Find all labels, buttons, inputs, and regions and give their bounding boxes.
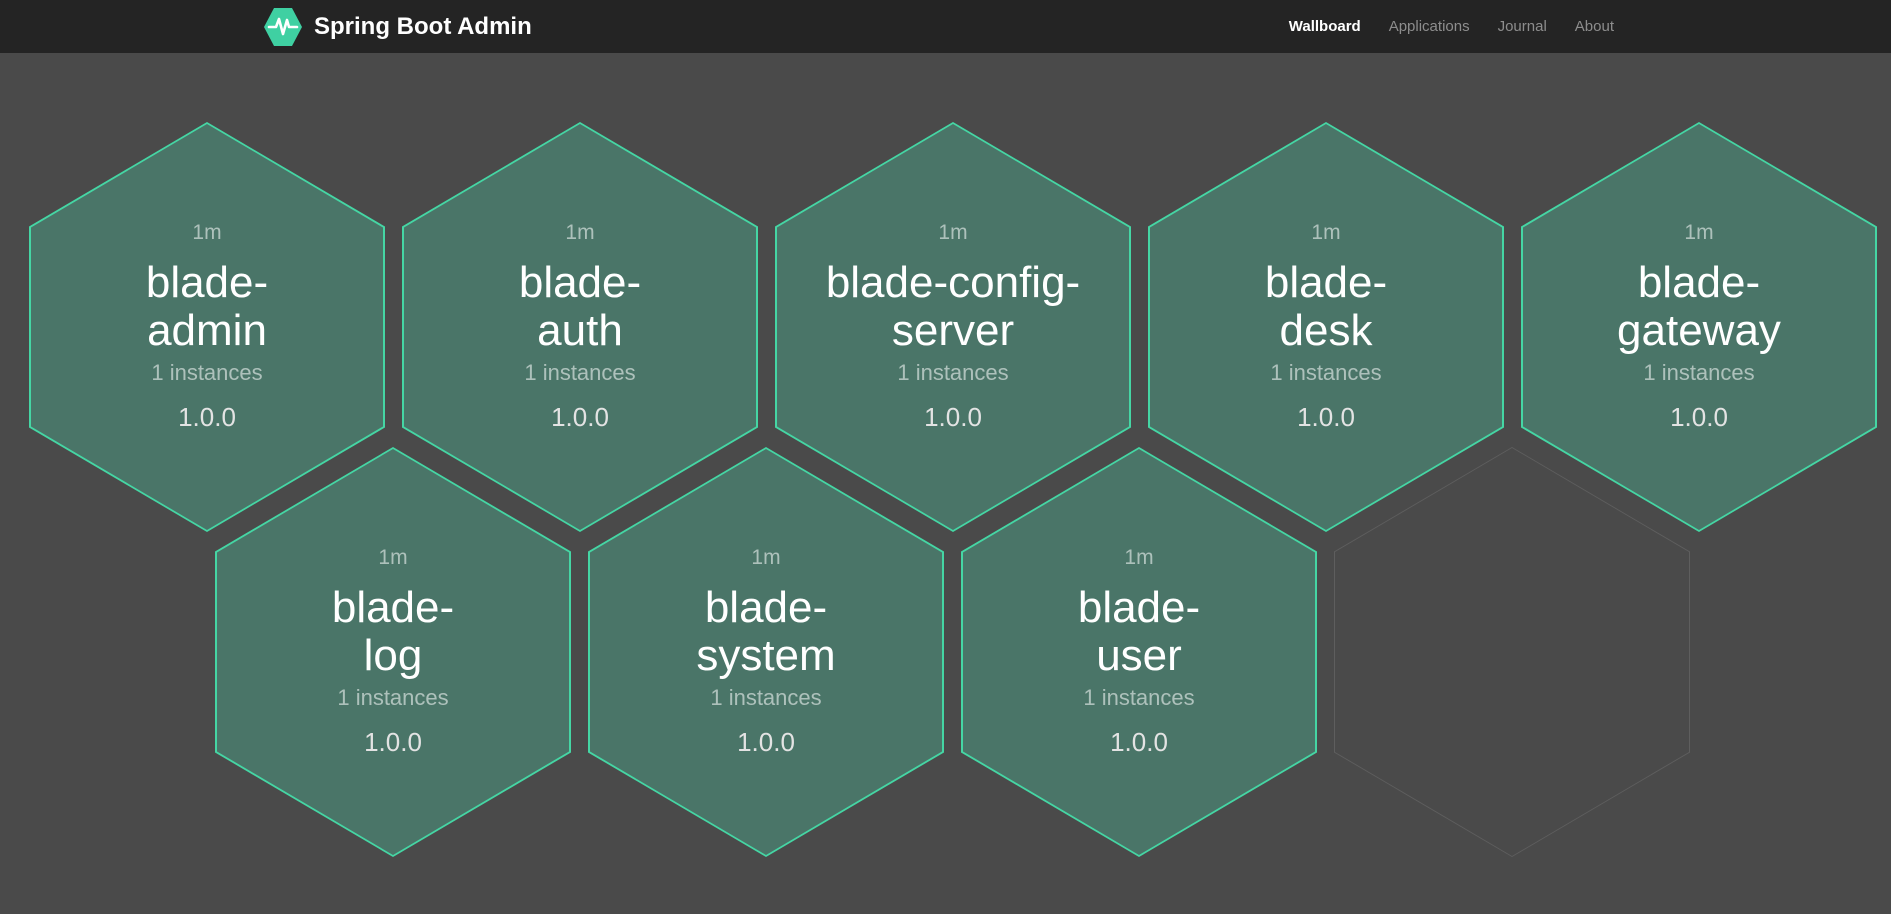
- app-name: blade-auth: [519, 259, 641, 355]
- pulse-hexagon-logo-icon: [263, 7, 303, 47]
- brand-title: Spring Boot Admin: [314, 13, 532, 41]
- instances-label: 1 instances: [1270, 360, 1381, 386]
- uptime-label: 1m: [192, 221, 221, 245]
- instances-label: 1 instances: [1643, 360, 1754, 386]
- hexagon-content: 1m blade-log 1 instances 1.0.0: [215, 447, 571, 857]
- version-label: 1.0.0: [178, 402, 236, 433]
- nav-link[interactable]: Applications: [1375, 18, 1484, 35]
- uptime-label: 1m: [751, 546, 780, 570]
- uptime-label: 1m: [938, 221, 967, 245]
- instances-label: 1 instances: [1083, 685, 1194, 711]
- nav-links: WallboardApplicationsJournalAbout: [1275, 18, 1628, 35]
- version-label: 1.0.0: [924, 402, 982, 433]
- version-label: 1.0.0: [364, 727, 422, 758]
- nav-link[interactable]: Journal: [1484, 18, 1561, 35]
- instances-label: 1 instances: [524, 360, 635, 386]
- hexagon-content: 1m blade-user 1 instances 1.0.0: [961, 447, 1317, 857]
- hexagon-content: 1m blade-system 1 instances 1.0.0: [588, 447, 944, 857]
- brand-link[interactable]: Spring Boot Admin: [263, 7, 532, 47]
- app-hexagon[interactable]: 1m blade-log 1 instances 1.0.0: [215, 447, 571, 857]
- version-label: 1.0.0: [1110, 727, 1168, 758]
- nav-link[interactable]: Wallboard: [1275, 18, 1375, 35]
- uptime-label: 1m: [1124, 546, 1153, 570]
- app-name: blade-config-server: [826, 259, 1080, 355]
- instances-label: 1 instances: [337, 685, 448, 711]
- app-name: blade-gateway: [1617, 259, 1781, 355]
- uptime-label: 1m: [378, 546, 407, 570]
- instances-label: 1 instances: [710, 685, 821, 711]
- app-name: blade-system: [696, 584, 835, 680]
- instances-label: 1 instances: [897, 360, 1008, 386]
- app-name: blade-desk: [1265, 259, 1387, 355]
- instances-label: 1 instances: [151, 360, 262, 386]
- app-name: blade-log: [332, 584, 454, 680]
- app-hexagon[interactable]: 1m blade-system 1 instances 1.0.0: [588, 447, 944, 857]
- version-label: 1.0.0: [737, 727, 795, 758]
- version-label: 1.0.0: [1670, 402, 1728, 433]
- hexagon-fill: [1335, 448, 1689, 856]
- navbar-inner: Spring Boot Admin WallboardApplicationsJ…: [263, 7, 1628, 47]
- version-label: 1.0.0: [551, 402, 609, 433]
- empty-hexagon-slot: [1334, 447, 1690, 857]
- app-name: blade-admin: [146, 259, 268, 355]
- uptime-label: 1m: [565, 221, 594, 245]
- version-label: 1.0.0: [1297, 402, 1355, 433]
- uptime-label: 1m: [1684, 221, 1713, 245]
- nav-link[interactable]: About: [1561, 18, 1628, 35]
- app-hexagon[interactable]: 1m blade-user 1 instances 1.0.0: [961, 447, 1317, 857]
- navbar: Spring Boot Admin WallboardApplicationsJ…: [0, 0, 1891, 53]
- wallboard-stage: 1m blade-admin 1 instances 1.0.0 1m blad…: [0, 53, 1891, 914]
- app-name: blade-user: [1078, 584, 1200, 680]
- uptime-label: 1m: [1311, 221, 1340, 245]
